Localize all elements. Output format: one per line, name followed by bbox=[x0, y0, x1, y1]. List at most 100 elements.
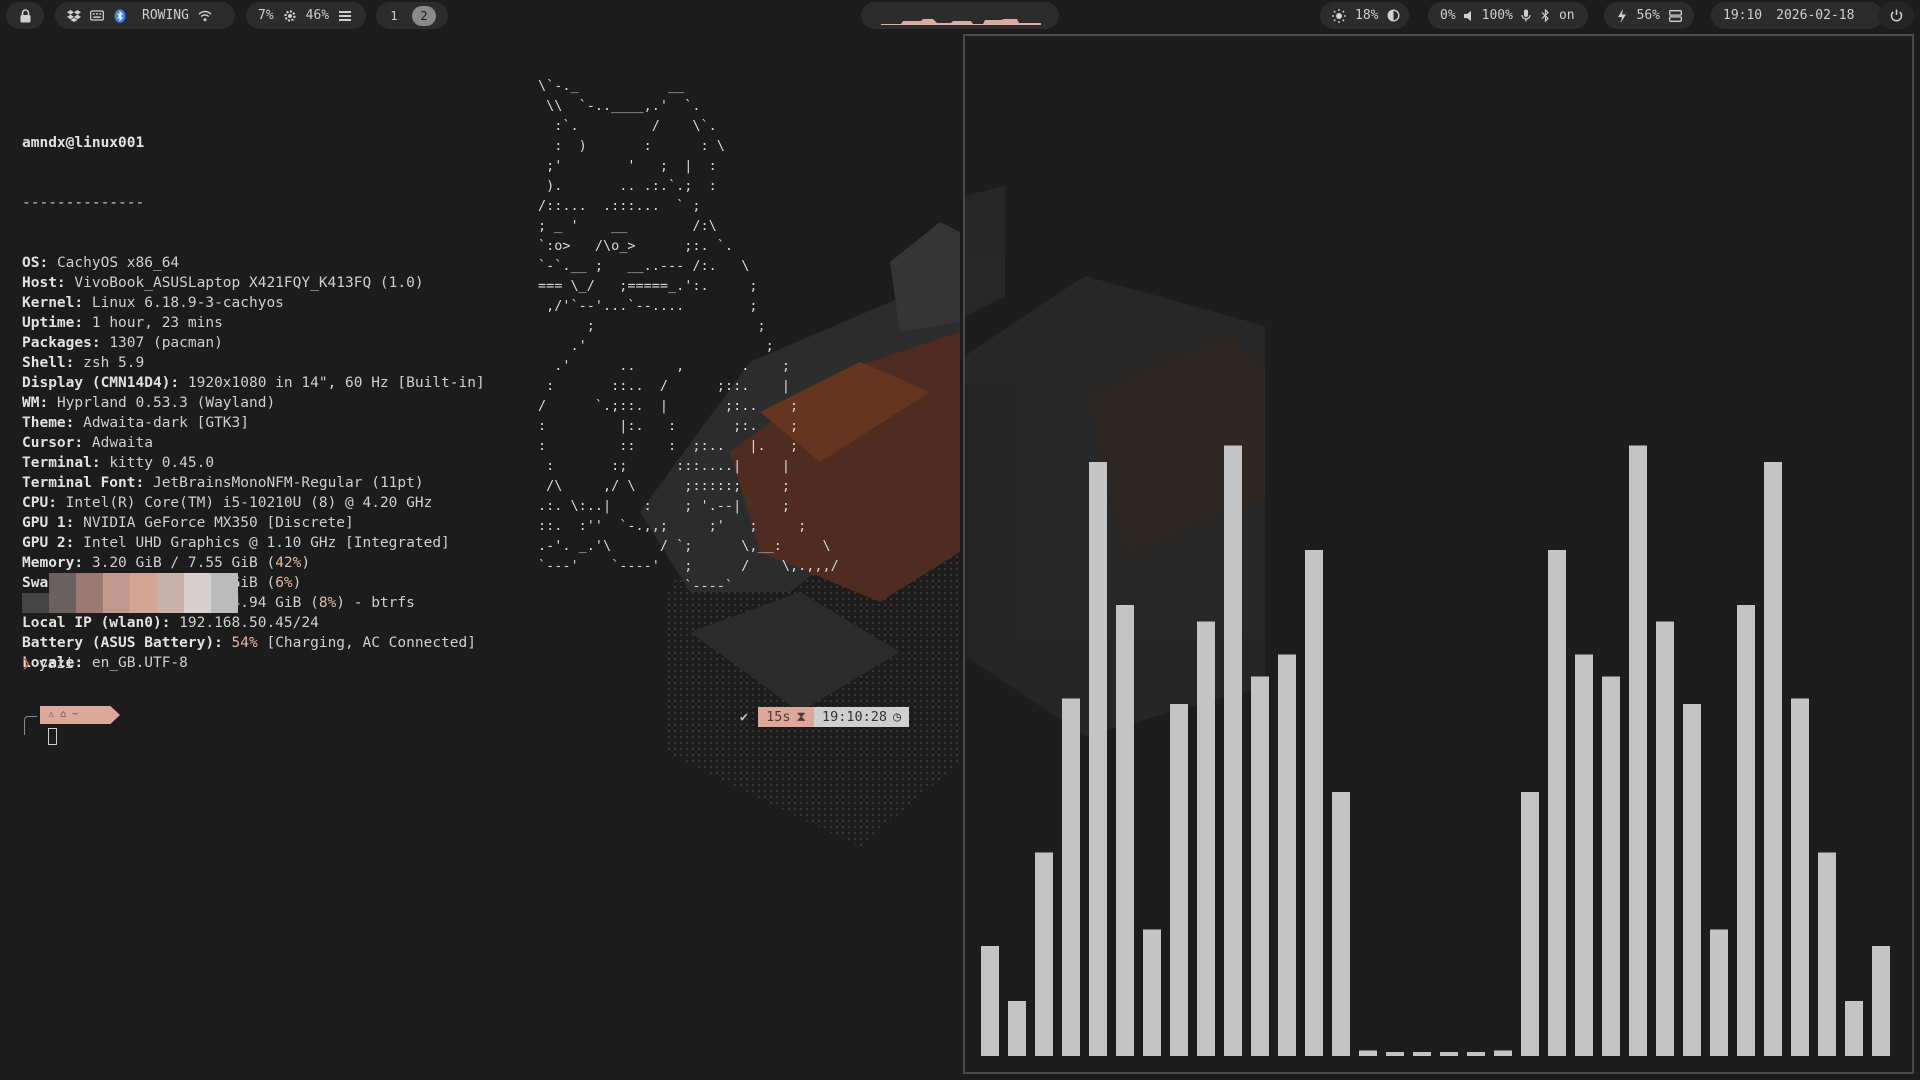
workspace-switcher: 1 2 bbox=[376, 2, 448, 29]
visualizer-bar bbox=[1629, 445, 1647, 1056]
info-value: zsh 5.9 bbox=[83, 355, 145, 371]
clock-date: 2026-02-18 bbox=[1776, 8, 1855, 23]
storage-icon bbox=[1669, 9, 1682, 23]
clock-icon: ◷ bbox=[893, 709, 902, 725]
info-tail: ) bbox=[301, 555, 311, 571]
brightness-icon bbox=[1332, 8, 1346, 23]
info-row: OS: CachyOS x86_64 bbox=[22, 255, 180, 271]
info-row: Kernel: Linux 6.18.9-3-cachyos bbox=[22, 295, 284, 311]
color-swatch bbox=[22, 593, 49, 613]
night-mode-icon[interactable] bbox=[1387, 9, 1400, 23]
info-value: 3.20 GiB / 7.55 GiB ( bbox=[91, 555, 276, 571]
cpu-icon bbox=[283, 9, 297, 23]
memory-icon bbox=[338, 9, 352, 23]
visualizer-bar bbox=[1737, 605, 1755, 1056]
battery-status[interactable]: 56% bbox=[1604, 2, 1694, 29]
info-row: Cursor: Adwaita bbox=[22, 435, 153, 451]
info-value: NVIDIA GeForce MX350 [Discrete] bbox=[83, 515, 354, 531]
audio-bluetooth-status[interactable]: 0% 100% on bbox=[1428, 2, 1588, 29]
visualizer-bar bbox=[1548, 550, 1566, 1056]
info-row: Shell: zsh 5.9 bbox=[22, 355, 145, 371]
info-row: Battery (ASUS Battery): 54% [Charging, A… bbox=[22, 635, 476, 651]
keyboard-icon[interactable] bbox=[90, 9, 104, 23]
info-row: Theme: Adwaita-dark [GTK3] bbox=[22, 415, 249, 431]
visualizer-bar bbox=[1116, 605, 1134, 1056]
info-key: Packages bbox=[22, 335, 92, 351]
visualizer-bar bbox=[1008, 1001, 1026, 1056]
wifi-icon[interactable] bbox=[198, 9, 212, 23]
visualizer-bar bbox=[1818, 852, 1836, 1056]
lock-button[interactable] bbox=[6, 2, 44, 29]
info-row: Packages: 1307 (pacman) bbox=[22, 335, 223, 351]
visualizer-bar bbox=[1197, 621, 1215, 1056]
info-tail: ) - btrfs bbox=[336, 595, 415, 611]
info-row: GPU 1: NVIDIA GeForce MX350 [Discrete] bbox=[22, 515, 354, 531]
system-info: amndx@linux001 -------------- OS: CachyO… bbox=[22, 93, 485, 713]
info-value: JetBrainsMonoNFM-Regular (11pt) bbox=[152, 475, 424, 491]
color-swatch bbox=[76, 573, 103, 613]
mini-visualizer-bars bbox=[881, 19, 1041, 25]
info-key: OS bbox=[22, 255, 40, 271]
visualizer-bar bbox=[1656, 621, 1674, 1056]
info-key: WM bbox=[22, 395, 40, 411]
info-key: GPU 2 bbox=[22, 535, 66, 551]
info-row: Display (CMN14D4): 1920x1080 in 14", 60 … bbox=[22, 375, 485, 391]
visualizer-bar bbox=[1224, 445, 1242, 1056]
workspace-1[interactable]: 1 bbox=[382, 6, 406, 26]
info-key: Local IP (wlan0) bbox=[22, 615, 162, 631]
info-row: WM: Hyprland 0.53.3 (Wayland) bbox=[22, 395, 276, 411]
info-key: CPU bbox=[22, 495, 49, 511]
brightness-control[interactable]: 18% bbox=[1320, 2, 1409, 29]
user-host: amndx@linux001 bbox=[22, 135, 145, 151]
color-swatch bbox=[103, 573, 130, 613]
prompt-arrow: ❯ bbox=[22, 656, 31, 672]
prompt-clock: 19:10:28 ◷ bbox=[814, 707, 910, 727]
brightness-value: 18% bbox=[1355, 8, 1379, 23]
info-row: Locale: en_GB.UTF-8 bbox=[22, 655, 188, 671]
info-value: en_GB.UTF-8 bbox=[91, 655, 188, 671]
power-button[interactable] bbox=[1878, 2, 1914, 29]
hourglass-icon: ⧗ bbox=[796, 709, 807, 725]
microphone-icon[interactable] bbox=[1519, 9, 1533, 23]
info-tail: ) bbox=[292, 575, 302, 591]
visualizer-bar bbox=[1035, 852, 1053, 1056]
workspace-2[interactable]: 2 bbox=[412, 5, 436, 26]
resource-monitor[interactable]: 7% 46% bbox=[246, 2, 366, 29]
info-value: 1920x1080 in 14", 60 Hz [Built-in] bbox=[187, 375, 485, 391]
success-check-icon: ✔ bbox=[740, 709, 749, 725]
visualizer-bar bbox=[1386, 1052, 1404, 1056]
lock-icon bbox=[18, 8, 32, 23]
ascii-art-logo: \`-._ __ \\ `-..____,.' `. :`. / \`. : )… bbox=[538, 78, 839, 594]
output-volume-value: 100% bbox=[1481, 8, 1513, 23]
visualizer-bar bbox=[1467, 1052, 1485, 1056]
info-key: Theme bbox=[22, 415, 66, 431]
audio-visualizer-window[interactable] bbox=[963, 34, 1914, 1074]
info-key: Uptime bbox=[22, 315, 75, 331]
duration-value: 15s bbox=[766, 709, 791, 725]
dropbox-icon[interactable] bbox=[67, 9, 81, 23]
info-key: GPU 1 bbox=[22, 515, 66, 531]
charging-icon bbox=[1616, 8, 1628, 23]
prompt-time: 19:10:28 bbox=[822, 709, 888, 725]
info-value: 1307 (pacman) bbox=[109, 335, 223, 351]
color-swatch bbox=[211, 573, 238, 613]
visualizer-bar bbox=[1062, 698, 1080, 1056]
color-palette bbox=[22, 573, 238, 613]
info-key: Battery (ASUS Battery) bbox=[22, 635, 215, 651]
info-value: 1 hour, 23 mins bbox=[91, 315, 223, 331]
bluetooth-status: on bbox=[1558, 8, 1575, 23]
system-tray: ROWING bbox=[55, 2, 235, 29]
clock[interactable]: 19:10 2026-02-18 bbox=[1711, 2, 1883, 29]
prompt-segment: ⚠ ⌂ ~ bbox=[40, 706, 120, 724]
info-row: GPU 2: Intel UHD Graphics @ 1.10 GHz [In… bbox=[22, 535, 450, 551]
info-row: Memory: 3.20 GiB / 7.55 GiB (42%) bbox=[22, 555, 311, 571]
terminal-cursor[interactable] bbox=[48, 728, 57, 745]
info-key: Memory bbox=[22, 555, 75, 571]
terminal-window[interactable]: amndx@linux001 -------------- OS: CachyO… bbox=[0, 32, 960, 1080]
speaker-icon[interactable] bbox=[1462, 9, 1476, 23]
bluetooth-status-icon[interactable] bbox=[1539, 9, 1553, 23]
info-tail: [Charging, AC Connected] bbox=[257, 635, 476, 651]
bluetooth-icon[interactable] bbox=[113, 8, 127, 23]
prompt-bracket bbox=[24, 716, 37, 735]
previous-command: ❯ yazi bbox=[22, 656, 74, 672]
